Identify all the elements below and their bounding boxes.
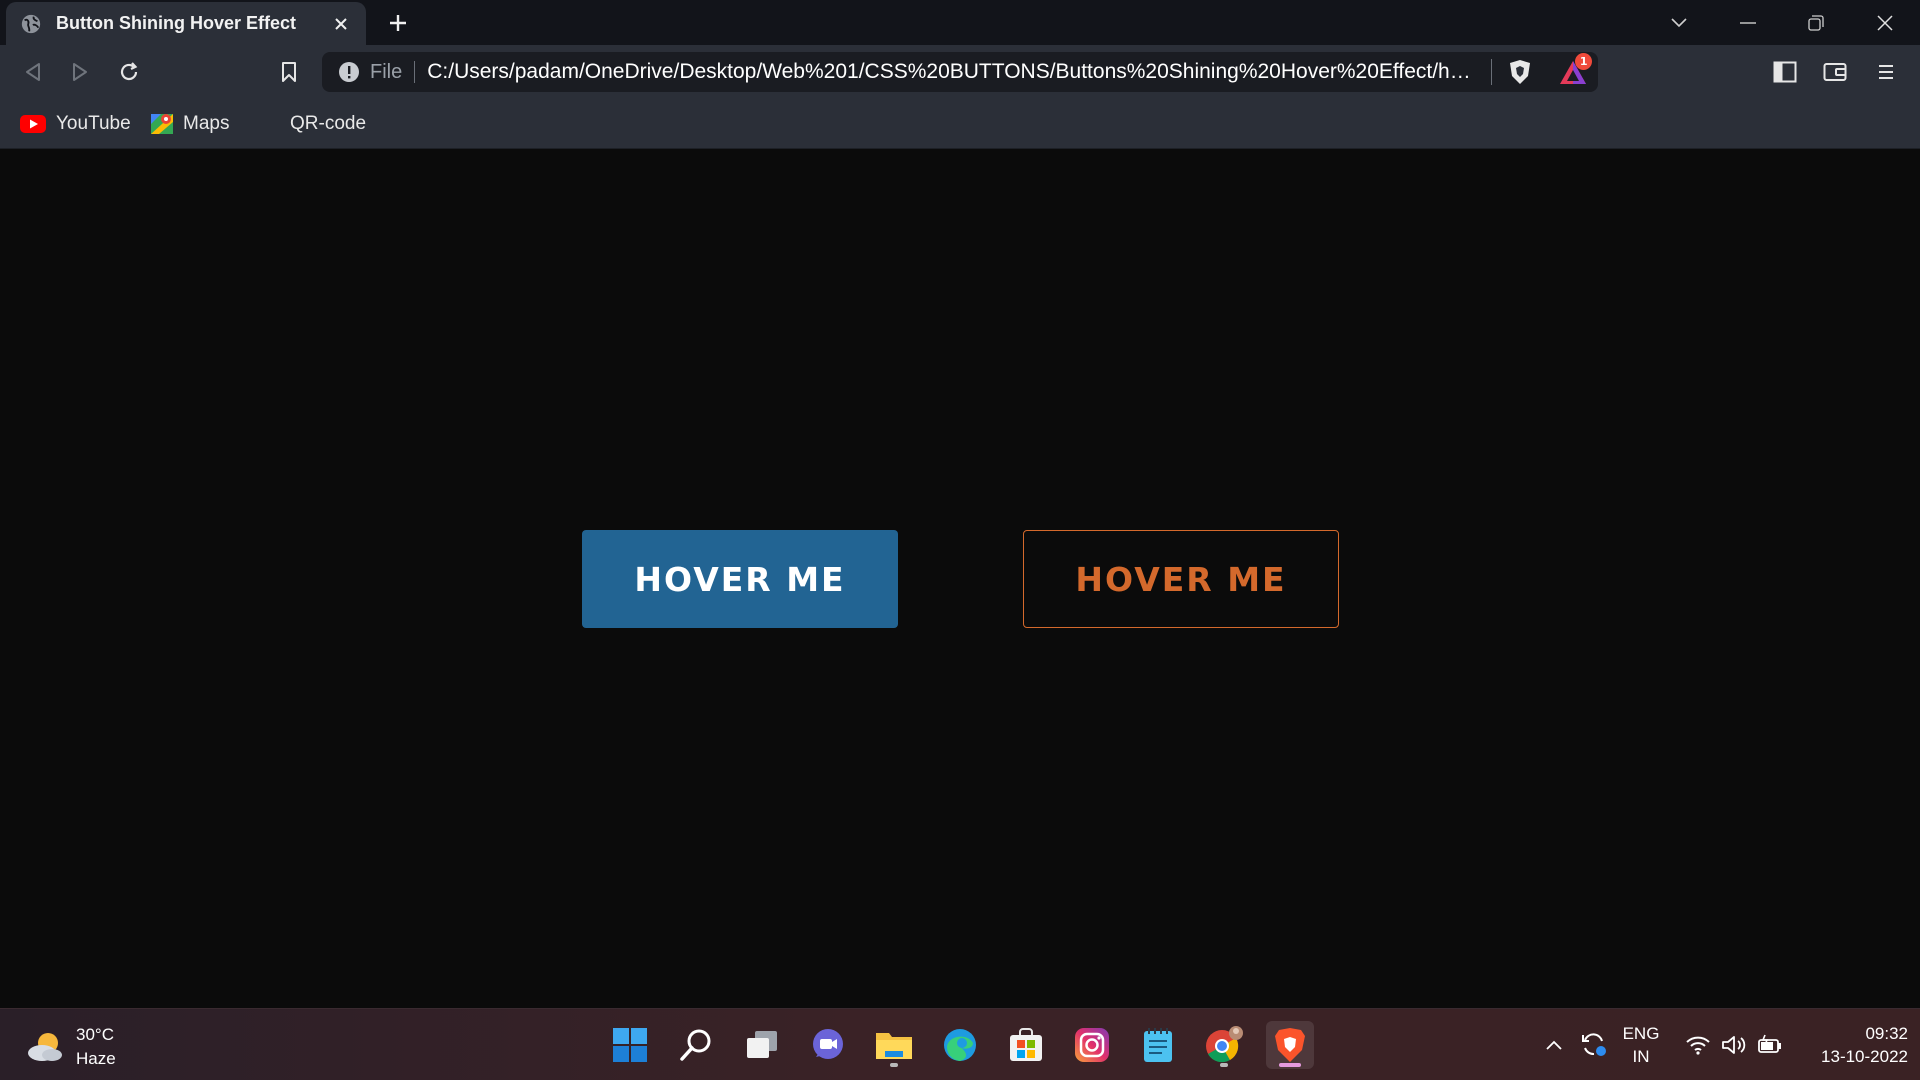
- running-indicator: [890, 1063, 898, 1067]
- reload-icon: [120, 62, 138, 81]
- active-indicator: [1279, 1063, 1301, 1067]
- teams-chat-button[interactable]: [804, 1021, 852, 1069]
- edge-icon: [944, 1029, 976, 1061]
- bookmark-button[interactable]: [272, 55, 306, 89]
- battery-charging-icon: [1758, 1034, 1781, 1053]
- tab-close-icon[interactable]: [330, 13, 352, 35]
- url-text[interactable]: C:/Users/padam/OneDrive/Desktop/Web%201/…: [427, 60, 1477, 84]
- brave-icon: [1275, 1028, 1305, 1062]
- address-bar[interactable]: File C:/Users/padam/OneDrive/Desktop/Web…: [322, 52, 1598, 92]
- search-icon: [680, 1029, 711, 1061]
- store-button[interactable]: [1002, 1021, 1050, 1069]
- wallet-button[interactable]: [1818, 55, 1852, 89]
- weather-temperature: 30°C: [76, 1025, 114, 1044]
- search-button[interactable]: [672, 1021, 720, 1069]
- store-icon: [1010, 1028, 1042, 1061]
- maps-icon: [151, 114, 173, 134]
- bookmarks-bar: YouTube Maps QR-code: [0, 99, 1920, 149]
- bookmark-label: Maps: [183, 113, 230, 134]
- bookmark-qr-code[interactable]: QR-code: [290, 109, 366, 139]
- tab-strip: Button Shining Hover Effect: [0, 0, 1920, 45]
- sidebar-icon: [1773, 61, 1797, 83]
- sync-icon: [1582, 1033, 1606, 1056]
- rewards-button[interactable]: 1: [1556, 53, 1593, 89]
- notepad-icon: [1144, 1028, 1172, 1062]
- brave-button[interactable]: [1266, 1021, 1314, 1069]
- youtube-icon: [20, 115, 46, 133]
- forward-button[interactable]: [63, 55, 97, 89]
- folder-icon: [876, 1033, 912, 1059]
- minimize-button[interactable]: [1718, 0, 1778, 45]
- plus-icon: [390, 15, 406, 31]
- instagram-button[interactable]: [1068, 1021, 1116, 1069]
- menu-button[interactable]: [1869, 55, 1903, 89]
- bookmark-maps[interactable]: Maps: [151, 109, 229, 139]
- clock-date: 13-10-2022: [1821, 1047, 1908, 1066]
- brave-shield-icon[interactable]: [1506, 58, 1534, 86]
- globe-icon: [21, 14, 41, 33]
- chat-icon: [813, 1029, 843, 1059]
- url-scheme: File: [370, 60, 403, 83]
- notepad-button[interactable]: [1134, 1021, 1182, 1069]
- chevron-up-icon: [1546, 1040, 1562, 1050]
- wifi-icon: [1686, 1036, 1710, 1055]
- new-tab-button[interactable]: [383, 8, 413, 38]
- task-view-button[interactable]: [738, 1021, 786, 1069]
- show-hidden-icons-button[interactable]: [1540, 1021, 1568, 1069]
- page-content: HOVER ME HOVER ME: [0, 150, 1920, 1008]
- tab-search-button[interactable]: [1649, 0, 1709, 45]
- wallet-icon: [1823, 63, 1847, 81]
- volume-icon: [1722, 1036, 1746, 1054]
- minimize-icon: [1740, 21, 1756, 24]
- bookmark-label: YouTube: [56, 113, 131, 134]
- instagram-icon: [1075, 1028, 1109, 1062]
- forward-icon: [73, 63, 87, 81]
- info-icon[interactable]: [338, 61, 360, 83]
- restore-button[interactable]: [1786, 0, 1846, 45]
- browser-window: Button Shining Hover Effect File C:/User…: [0, 0, 1920, 1080]
- hover-me-button-outline[interactable]: HOVER ME: [1023, 530, 1339, 628]
- restore-icon: [1808, 14, 1824, 31]
- close-window-button[interactable]: [1855, 0, 1915, 45]
- clock-time: 09:32: [1865, 1024, 1908, 1043]
- sidebar-toggle-button[interactable]: [1768, 55, 1802, 89]
- taskbar: 30°C Haze ENG IN 09:32 13-10-2022: [0, 1008, 1920, 1080]
- task-view-icon: [747, 1031, 777, 1058]
- chrome-icon: [1206, 1026, 1243, 1063]
- button-label: HOVER ME: [634, 559, 846, 599]
- hamburger-icon: [1879, 65, 1893, 79]
- chevron-down-icon: [1671, 17, 1687, 27]
- sync-status-button[interactable]: [1576, 1021, 1612, 1069]
- button-label: HOVER ME: [1075, 559, 1287, 599]
- toolbar: File C:/Users/padam/OneDrive/Desktop/Web…: [0, 45, 1920, 99]
- language-code: ENG: [1622, 1024, 1660, 1043]
- edge-button[interactable]: [936, 1021, 984, 1069]
- language-indicator[interactable]: ENG IN: [1618, 1021, 1664, 1069]
- start-button[interactable]: [606, 1021, 654, 1069]
- chrome-button[interactable]: [1200, 1021, 1248, 1069]
- back-button[interactable]: [16, 55, 50, 89]
- running-indicator: [1220, 1063, 1228, 1067]
- back-icon: [26, 63, 40, 81]
- bookmark-label: QR-code: [290, 113, 367, 134]
- reload-button[interactable]: [112, 55, 146, 89]
- weather-widget[interactable]: 30°C Haze: [26, 1023, 116, 1071]
- wifi-status[interactable]: [1682, 1021, 1714, 1069]
- bookmark-youtube[interactable]: YouTube: [20, 109, 131, 139]
- weather-condition: Haze: [76, 1049, 116, 1068]
- windows-icon: [613, 1028, 647, 1062]
- partly-cloudy-icon: [28, 1033, 62, 1061]
- region-code: IN: [1632, 1047, 1650, 1066]
- hover-me-button-filled[interactable]: HOVER ME: [582, 530, 898, 628]
- address-divider: [414, 61, 416, 83]
- clock[interactable]: 09:32 13-10-2022: [1796, 1021, 1908, 1069]
- tab-active[interactable]: Button Shining Hover Effect: [6, 2, 366, 45]
- battery-status[interactable]: [1754, 1021, 1786, 1069]
- bookmark-icon: [282, 62, 296, 82]
- close-icon: [1877, 14, 1893, 31]
- volume-status[interactable]: [1718, 1021, 1750, 1069]
- address-divider-2: [1491, 59, 1493, 85]
- file-explorer-button[interactable]: [870, 1021, 918, 1069]
- tab-title: Button Shining Hover Effect: [56, 13, 296, 33]
